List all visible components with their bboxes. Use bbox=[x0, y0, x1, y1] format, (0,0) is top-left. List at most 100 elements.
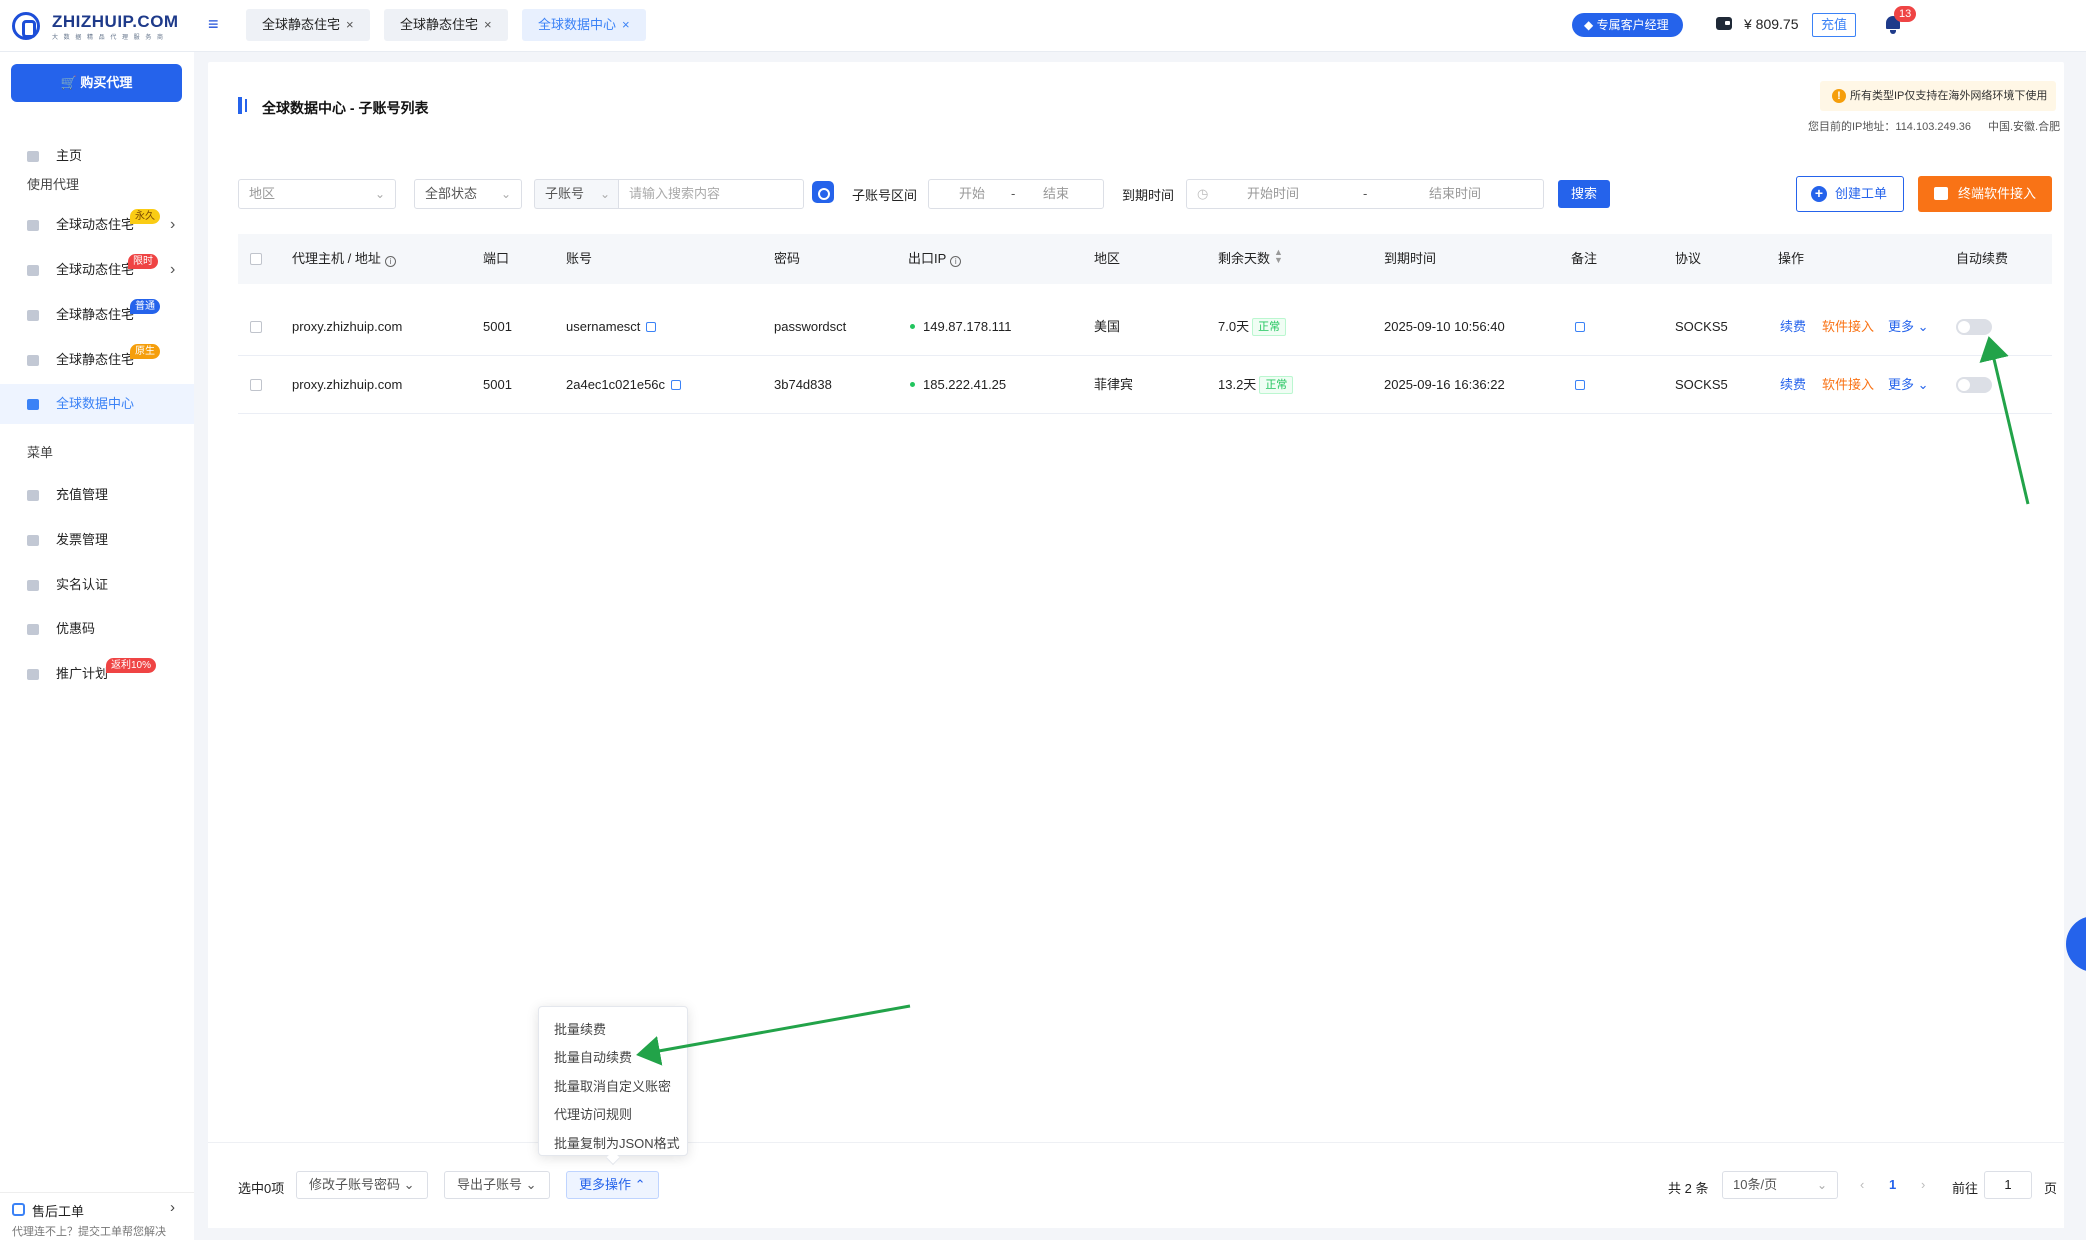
search-button[interactable]: 搜索 bbox=[1558, 180, 1610, 208]
menu-toggle-icon[interactable]: ≡ bbox=[208, 14, 219, 35]
account-manager-button[interactable]: ◆ 专属客户经理 bbox=[1572, 13, 1683, 37]
clock-icon: ◷ bbox=[1197, 186, 1209, 201]
menu-item-access-rules[interactable]: 代理访问规则 bbox=[554, 1104, 632, 1123]
region-select[interactable]: 地区 ⌄ bbox=[238, 179, 396, 209]
expire-start[interactable]: 开始时间 bbox=[1247, 180, 1299, 208]
page-number[interactable]: 1 bbox=[1889, 1177, 1896, 1192]
close-icon[interactable]: × bbox=[484, 17, 492, 32]
search-input[interactable]: 请输入搜索内容 bbox=[618, 179, 804, 209]
tab-datacenter[interactable]: 全球数据中心 × bbox=[522, 9, 646, 41]
cell-protocol: SOCKS5 bbox=[1675, 319, 1728, 334]
expire-date-range[interactable]: ◷ 开始时间 - 结束时间 bbox=[1186, 179, 1544, 209]
smart-search-icon[interactable] bbox=[812, 181, 834, 203]
edit-icon[interactable] bbox=[646, 322, 657, 332]
software-access-link[interactable]: 软件接入 bbox=[1822, 298, 1874, 356]
more-operations-button[interactable]: 更多操作 ⌃ bbox=[566, 1171, 659, 1199]
cell-expire: 2025-09-10 10:56:40 bbox=[1384, 319, 1505, 334]
select-all-checkbox[interactable] bbox=[250, 253, 262, 265]
chevron-down-icon: ⌄ bbox=[1914, 377, 1929, 392]
cell-host: proxy.zhizhuip.com bbox=[292, 319, 403, 334]
expire-separator: - bbox=[1363, 186, 1368, 201]
chat-float-button[interactable] bbox=[2066, 916, 2086, 972]
recharge-button[interactable]: 充值 bbox=[1812, 13, 1857, 37]
row-checkbox[interactable] bbox=[250, 379, 262, 391]
info-icon[interactable]: i bbox=[950, 256, 962, 267]
auto-renew-toggle[interactable] bbox=[1956, 377, 1992, 393]
sidebar-item-recharge[interactable]: 充值管理 bbox=[0, 475, 194, 515]
tab-static-residential-1[interactable]: 全球静态住宅 × bbox=[246, 9, 370, 41]
exit-ip-value: 185.222.41.25 bbox=[923, 377, 1007, 392]
menu-item-batch-cancel-custom-credentials[interactable]: 批量取消自定义账密 bbox=[554, 1076, 671, 1095]
sidebar-item-label: 实名认证 bbox=[56, 577, 109, 592]
chevron-down-icon: ⌄ bbox=[500, 187, 511, 201]
menu-item-batch-renew[interactable]: 批量续费 bbox=[554, 1019, 606, 1038]
sidebar-item-invoice[interactable]: 发票管理 bbox=[0, 520, 194, 560]
support-ticket[interactable]: 售后工单 › 代理连不上？提交工单帮您解决 bbox=[0, 1192, 194, 1240]
sidebar-item-datacenter[interactable]: 全球数据中心 bbox=[0, 384, 194, 424]
th-days-left[interactable]: 剩余天数 ▲ ▼ bbox=[1218, 234, 1283, 284]
renew-link[interactable]: 续费 bbox=[1780, 356, 1806, 414]
goto-label: 前往 bbox=[1952, 1181, 1979, 1196]
menu-item-batch-auto-renew[interactable]: 批量自动续费 bbox=[554, 1047, 632, 1066]
main-card: 全球数据中心 - 子账号列表 ! 所有类型IP仅支持在海外网络环境下使用 您目前… bbox=[208, 62, 2064, 1228]
edit-icon[interactable] bbox=[671, 380, 682, 390]
badge-normal: 普通 bbox=[130, 299, 160, 314]
th-exit-ip-label: 出口IP bbox=[908, 251, 947, 266]
sidebar-item-dynamic-residential-limited[interactable]: 全球动态住宅 限时 › bbox=[0, 250, 194, 290]
auto-renew-toggle[interactable] bbox=[1956, 319, 1992, 335]
account-range-input[interactable]: 开始 - 结束 bbox=[928, 179, 1104, 209]
range-start[interactable]: 开始 bbox=[959, 180, 985, 208]
sidebar-item-coupon[interactable]: 优惠码 bbox=[0, 609, 194, 649]
buy-proxy-button[interactable]: 🛒 购买代理 bbox=[11, 64, 182, 102]
goto-page-input[interactable]: 1 bbox=[1984, 1171, 2032, 1199]
row-checkbox[interactable] bbox=[250, 321, 262, 333]
create-ticket-button[interactable]: + 创建工单 bbox=[1796, 176, 1904, 212]
status-select[interactable]: 全部状态 ⌄ bbox=[414, 179, 522, 209]
th-ops: 操作 bbox=[1778, 251, 1805, 266]
close-icon[interactable]: × bbox=[622, 17, 630, 32]
menu-item-copy-json[interactable]: 批量复制为JSON格式 bbox=[554, 1133, 680, 1152]
tab-static-residential-2[interactable]: 全球静态住宅 × bbox=[384, 9, 508, 41]
page-size-select[interactable]: 10条/页 ⌄ bbox=[1722, 1171, 1838, 1199]
ticket-icon bbox=[12, 1203, 25, 1216]
sidebar-item-static-residential-normal[interactable]: 全球静态住宅 普通 bbox=[0, 295, 194, 335]
more-operations-menu: 批量续费 批量自动续费 批量取消自定义账密 代理访问规则 批量复制为JSON格式 bbox=[538, 1006, 688, 1156]
sidebar-item-referral[interactable]: 推广计划 返利10% bbox=[0, 654, 194, 694]
prev-page-icon[interactable]: ‹ bbox=[1860, 1177, 1864, 1192]
brand-tagline: 大 数 据 精 品 代 理 服 务 商 bbox=[52, 35, 166, 41]
invoice-icon bbox=[27, 535, 39, 546]
more-operations-label: 更多操作 bbox=[579, 1177, 632, 1192]
more-link[interactable]: 更多 ⌄ bbox=[1888, 298, 1929, 356]
account-type-select[interactable]: 子账号 ⌄ bbox=[534, 179, 618, 209]
modify-password-button[interactable]: 修改子账号密码 ⌄ bbox=[296, 1171, 428, 1199]
sidebar-item-dynamic-residential-permanent[interactable]: 全球动态住宅 永久 › bbox=[0, 205, 194, 245]
buy-proxy-label: 购买代理 bbox=[80, 75, 133, 90]
edit-note-icon[interactable] bbox=[1575, 380, 1585, 390]
cell-port: 5001 bbox=[483, 319, 512, 334]
account-value: 2a4ec1c021e56c bbox=[566, 377, 666, 392]
edit-note-icon[interactable] bbox=[1575, 322, 1585, 332]
renew-link[interactable]: 续费 bbox=[1780, 298, 1806, 356]
software-access-link[interactable]: 软件接入 bbox=[1822, 356, 1874, 414]
sidebar-group-use: 使用代理 bbox=[27, 177, 80, 192]
range-end[interactable]: 结束 bbox=[1043, 180, 1069, 208]
th-account: 账号 bbox=[566, 251, 593, 266]
sidebar-item-home[interactable]: 主页 bbox=[0, 136, 194, 176]
sort-icon[interactable]: ▲ ▼ bbox=[1274, 248, 1283, 265]
status-value: 全部状态 bbox=[425, 186, 478, 201]
diamond-icon: ◆ bbox=[1584, 18, 1597, 32]
cell-exit-ip: 185.222.41.25 bbox=[910, 356, 1006, 414]
more-link[interactable]: 更多 ⌄ bbox=[1888, 356, 1929, 414]
sidebar-item-static-residential-native[interactable]: 全球静态住宅 原生 bbox=[0, 340, 194, 380]
next-page-icon[interactable]: › bbox=[1921, 1177, 1925, 1192]
modify-password-label: 修改子账号密码 bbox=[309, 1177, 401, 1192]
sidebar-item-verification[interactable]: 实名认证 bbox=[0, 565, 194, 605]
expire-end[interactable]: 结束时间 bbox=[1429, 180, 1481, 208]
heart-icon bbox=[27, 669, 39, 680]
close-icon[interactable]: × bbox=[346, 17, 354, 32]
terminal-access-button[interactable]: 终端软件接入 bbox=[1918, 176, 2052, 212]
export-button[interactable]: 导出子账号 ⌄ bbox=[444, 1171, 550, 1199]
logo[interactable]: ZHIZHUIP.COM 大 数 据 精 品 代 理 服 务 商 bbox=[12, 10, 192, 42]
th-host-label: 代理主机 / 地址 bbox=[292, 251, 381, 266]
info-icon[interactable]: i bbox=[384, 256, 396, 267]
